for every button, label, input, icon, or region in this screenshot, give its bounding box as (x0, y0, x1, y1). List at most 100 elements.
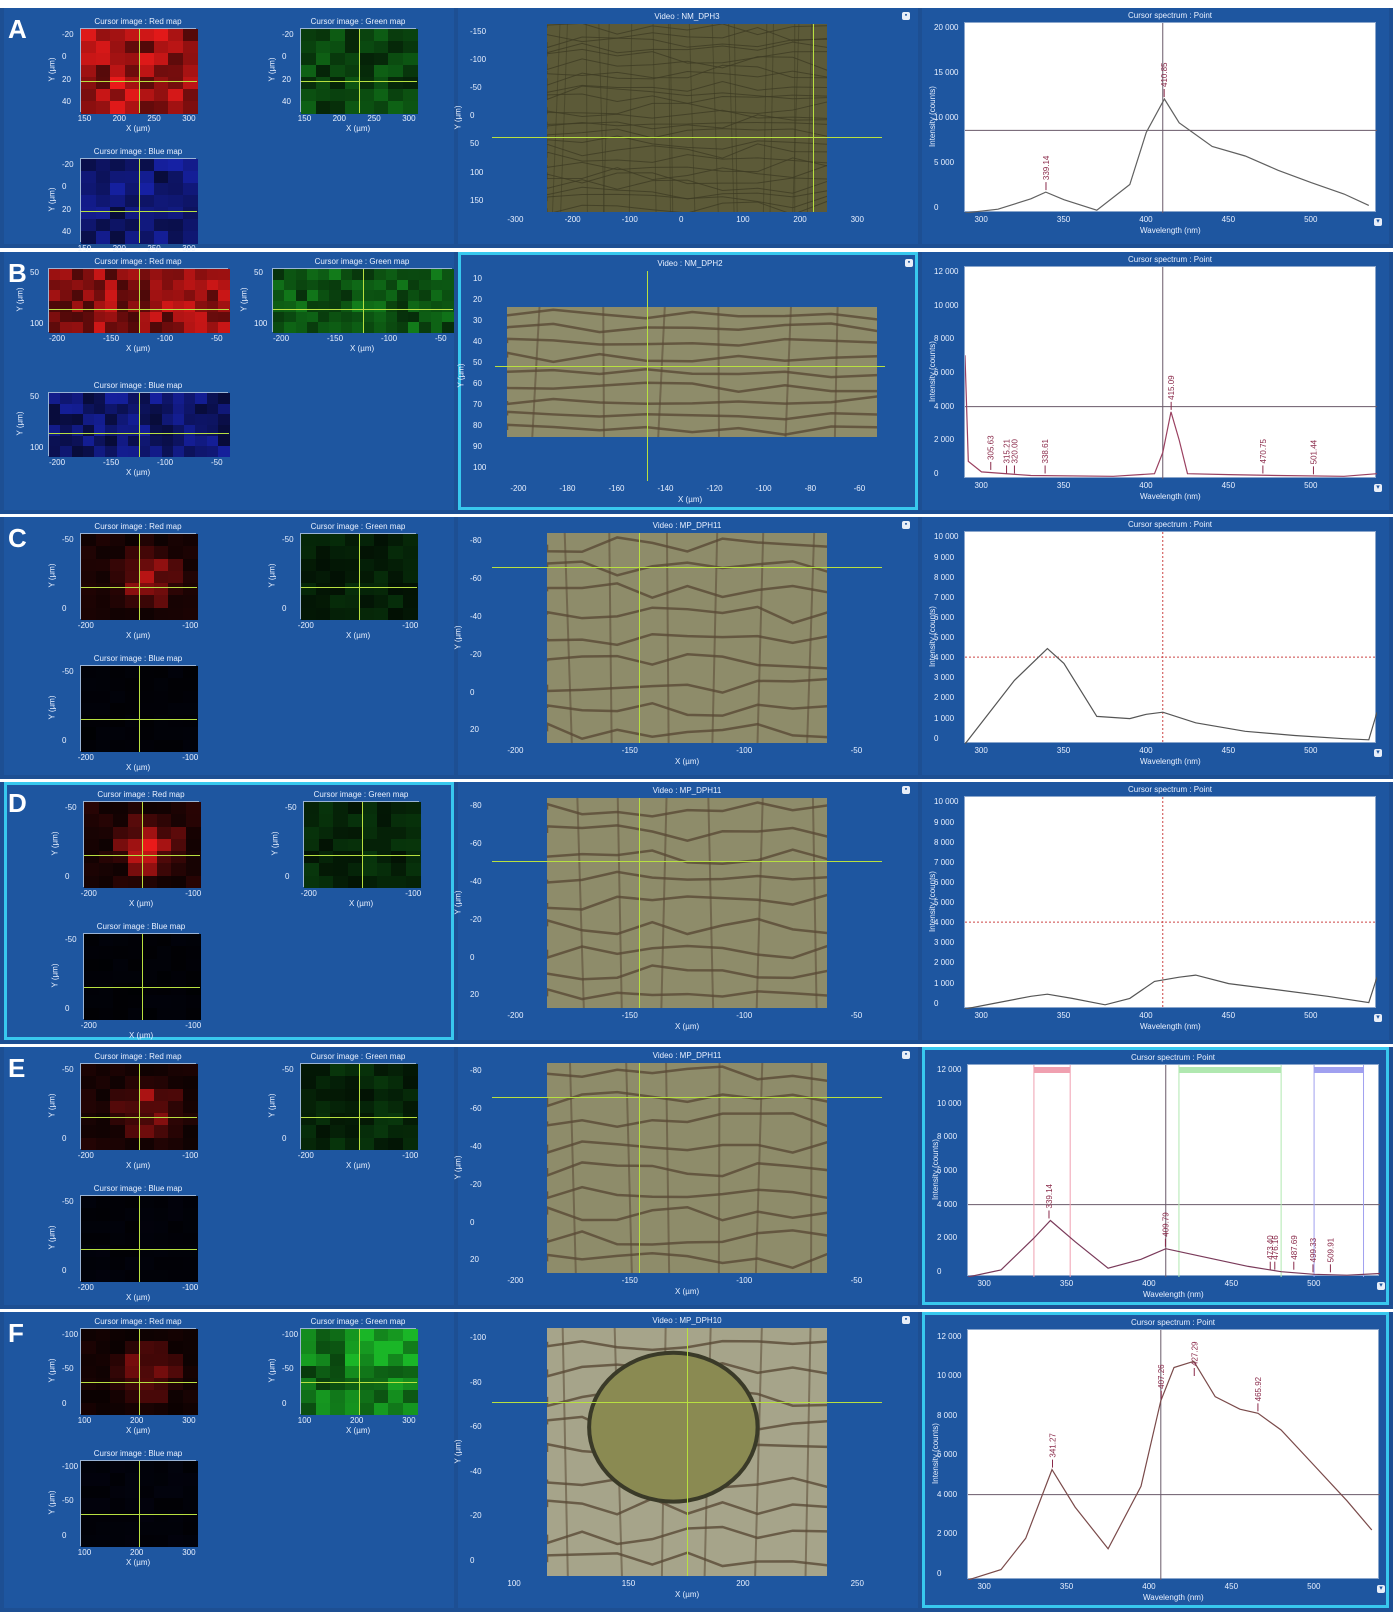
green-map-image[interactable] (303, 801, 421, 889)
map-y-tick: -50 (62, 1364, 74, 1374)
spectral-band-marker[interactable] (1314, 1067, 1364, 1073)
map-pixel (329, 290, 341, 302)
map-pixel (82, 446, 95, 458)
map-pixel (388, 1064, 403, 1077)
map-pixel (142, 983, 157, 996)
video-title: Video : NM_DPH3 (654, 12, 720, 21)
red-map-image[interactable] (83, 801, 201, 889)
map-pixel (153, 558, 169, 572)
map-pixel (110, 739, 125, 753)
spectrum-plot[interactable]: 339.14 410.85 (964, 22, 1377, 214)
map-pixel (315, 89, 331, 102)
spectrum-options-button[interactable]: ▾ (1377, 1585, 1385, 1593)
map-pixel (344, 1378, 360, 1391)
video-options-button[interactable]: ▪ (902, 1051, 910, 1059)
map-pixel (127, 970, 143, 984)
video-options-button[interactable]: ▪ (902, 1316, 910, 1324)
map-pixel (306, 290, 319, 302)
green-map-image[interactable] (300, 1063, 418, 1151)
video-options-button[interactable]: ▪ (902, 12, 910, 20)
map-pixel (419, 311, 431, 323)
map-pixel (139, 393, 151, 405)
map-pixel (139, 607, 154, 621)
spectrum-series-line (964, 97, 1370, 214)
map-x-tick: 100 (297, 1416, 312, 1425)
map-pixel (184, 435, 196, 447)
map-pixel (359, 1076, 374, 1090)
map-pixel (330, 65, 345, 78)
map-pixel (60, 425, 72, 437)
spectrum-plot[interactable] (964, 796, 1378, 1010)
map-pixel (206, 269, 219, 281)
video-options-button[interactable]: ▪ (905, 259, 913, 267)
blue-map-image[interactable] (48, 392, 230, 458)
spectrum-plot[interactable]: 305.63 315.21 320.00 338.61 415.09 470.75 501.… (964, 266, 1378, 479)
cursor-horizontal-line (492, 566, 882, 568)
map-pixel (171, 875, 186, 889)
map-pixel (373, 101, 389, 114)
microscope-video-frame[interactable] (506, 306, 878, 437)
map-pixel (168, 1113, 183, 1126)
map-pixel (388, 1365, 403, 1379)
map-pixel (95, 666, 111, 679)
map-pixel (139, 1522, 154, 1536)
map-pixel (49, 403, 61, 415)
map-pixel (284, 269, 296, 281)
spectrum-y-tick: 3 000 (934, 938, 955, 948)
map-x-tick: -200 (49, 458, 66, 467)
green-map-title: Cursor image : Green map (314, 257, 410, 266)
map-pixel (150, 322, 162, 334)
spectral-band-marker[interactable] (1178, 1067, 1282, 1073)
video-y-tick: -20 (470, 1179, 482, 1189)
map-pixel (60, 311, 72, 323)
map-pixel (359, 29, 374, 42)
map-pixel (71, 414, 84, 426)
blue-map-image[interactable] (80, 1195, 198, 1283)
spectrum-options-button[interactable]: ▾ (1374, 484, 1382, 492)
spectrum-options-button[interactable]: ▾ (1374, 749, 1382, 757)
map-pixel (182, 41, 198, 54)
blue-map-image[interactable] (83, 933, 201, 1021)
map-pixel (161, 311, 174, 323)
map-pixel (139, 678, 154, 692)
spectrum-x-tick: 500 (1304, 1011, 1318, 1020)
map-x-tick: -100 (182, 753, 199, 762)
map-pixel (124, 1196, 140, 1209)
red-map-image[interactable] (48, 268, 230, 334)
map-x-tick: -100 (402, 1151, 419, 1160)
red-map-image[interactable] (80, 533, 198, 621)
green-map-image[interactable] (300, 533, 418, 621)
green-map-image[interactable] (300, 1328, 418, 1416)
blue-map-image[interactable] (80, 158, 198, 244)
map-pixel (156, 946, 172, 960)
blue-map-image[interactable] (80, 1460, 198, 1548)
video-options-button[interactable]: ▪ (902, 521, 910, 529)
map-pixel (98, 851, 114, 864)
map-pixel (124, 1113, 140, 1126)
spectrum-plot[interactable]: 341.27 407.26 427.29 465.92 (967, 1329, 1380, 1581)
map-pixel (95, 546, 111, 560)
red-map-image[interactable] (80, 1328, 198, 1416)
spectral-band-marker[interactable] (1033, 1067, 1071, 1073)
spectrum-plot[interactable] (964, 531, 1378, 745)
blue-map-image[interactable] (80, 665, 198, 753)
microscope-video-frame[interactable] (546, 533, 828, 743)
map-pixel (105, 290, 117, 302)
map-pixel (385, 301, 398, 313)
spectrum-plot[interactable]: 339.14 409.79 473.40 476.16 487.69 499.33 509.… (967, 1064, 1381, 1278)
video-options-button[interactable]: ▪ (902, 786, 910, 794)
green-map-image[interactable] (300, 28, 418, 114)
green-map-image[interactable] (272, 268, 454, 334)
microscope-video-frame[interactable] (546, 1063, 828, 1273)
microscope-video-frame[interactable] (546, 798, 828, 1008)
spectrum-options-button[interactable]: ▾ (1374, 1014, 1382, 1022)
red-map-image[interactable] (80, 28, 198, 114)
spectrum-options-button[interactable]: ▾ (1377, 1282, 1385, 1290)
red-map-image[interactable] (80, 1063, 198, 1151)
map-pixel (139, 727, 154, 741)
video-y-tick: 0 (470, 111, 475, 121)
map-pixel (182, 101, 198, 114)
spectrum-options-button[interactable]: ▾ (1374, 218, 1382, 226)
microscope-video-frame[interactable] (546, 24, 828, 212)
map-pixel (396, 269, 409, 281)
